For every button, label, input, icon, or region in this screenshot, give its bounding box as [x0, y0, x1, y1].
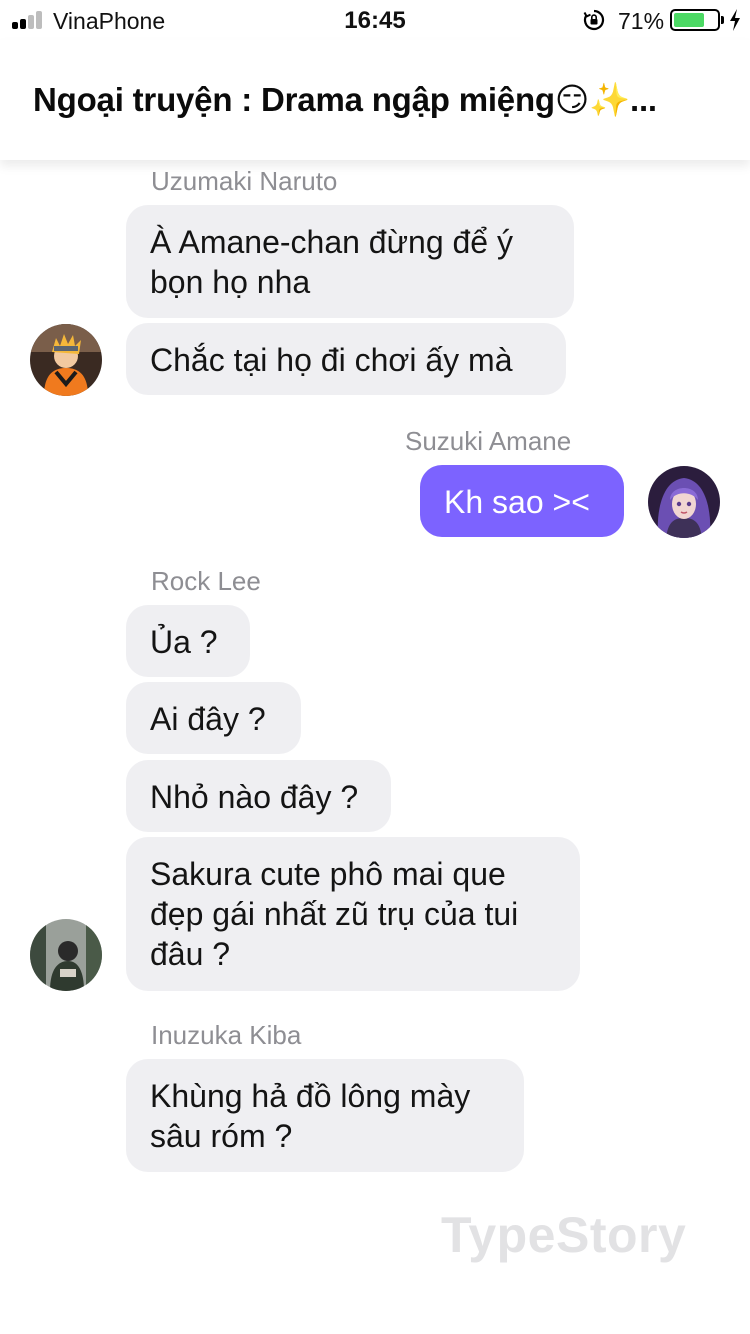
battery-fill	[674, 13, 704, 27]
battery-icon	[670, 9, 720, 31]
message-bubble: Khùng hả đồ lông mày sâu róm ?	[126, 1059, 524, 1172]
message-bubble: Nhỏ nào đây ?	[126, 760, 391, 832]
chat-area[interactable]: Uzumaki Naruto À Amane-chan đừng để ý bọ…	[0, 160, 750, 1334]
message-bubble: À Amane-chan đừng để ý bọn họ nha	[126, 205, 574, 318]
naruto-avatar-image	[30, 324, 102, 396]
sender-name: Inuzuka Kiba	[151, 1020, 302, 1050]
status-bar: VinaPhone 16:45 71%	[0, 0, 750, 40]
sender-name: Rock Lee	[151, 566, 261, 596]
rotation-lock-icon	[583, 9, 605, 31]
chat-screen: VinaPhone 16:45 71% Ngoại truyện : Drama…	[0, 0, 750, 1334]
amane-avatar-image	[648, 466, 720, 538]
avatar-amane[interactable]	[648, 466, 720, 538]
message-bubble: Ai đây ?	[126, 682, 301, 754]
sender-name: Suzuki Amane	[405, 426, 572, 456]
avatar-naruto[interactable]	[30, 324, 102, 396]
sender-name: Uzumaki Naruto	[151, 166, 338, 196]
avatar-rock-lee[interactable]	[30, 919, 102, 991]
my-message-bubble: Kh sao ><	[420, 465, 624, 537]
rock-lee-avatar-image	[30, 919, 102, 991]
battery-percent: 71%	[618, 8, 665, 34]
message-bubble: Sakura cute phô mai que đẹp gái nhất zũ …	[126, 837, 580, 991]
story-header: Ngoại truyện : Drama ngập miệng😏✨...	[0, 40, 750, 160]
message-bubble: Ủa ?	[126, 605, 250, 677]
typestory-watermark: TypeStory	[441, 1207, 687, 1263]
charging-icon	[730, 9, 740, 31]
battery-nub	[721, 16, 724, 24]
message-bubble: Chắc tại họ đi chơi ấy mà	[126, 323, 566, 395]
story-title: Ngoại truyện : Drama ngập miệng😏✨...	[33, 81, 657, 118]
